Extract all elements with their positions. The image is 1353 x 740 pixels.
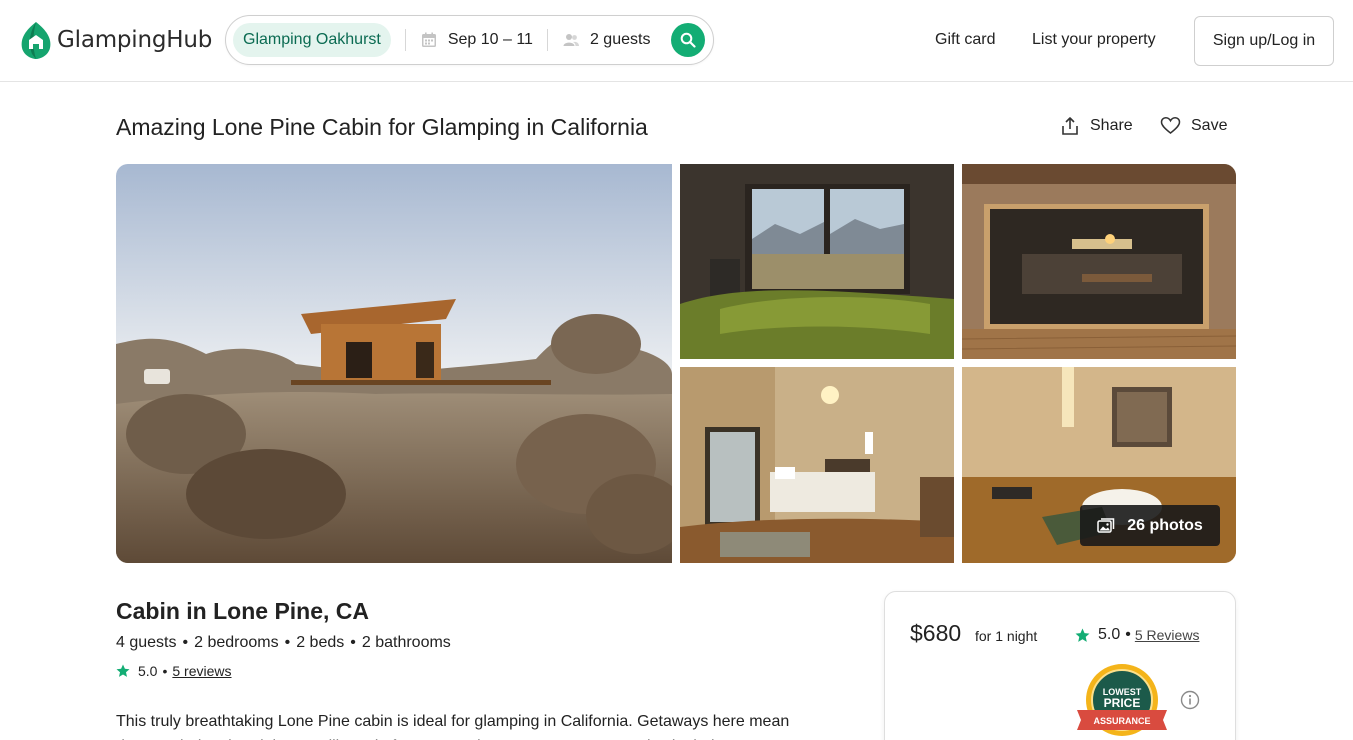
share-icon [1062, 117, 1078, 135]
card-rating-value: 5.0 [1098, 626, 1121, 643]
dates-value: Sep 10 – 11 [447, 31, 533, 48]
spec-separator: • [350, 634, 356, 651]
guests-value: 2 guests [589, 31, 651, 48]
guests-icon [563, 34, 579, 46]
spec-beds: 2 beds [296, 634, 345, 651]
spec-separator: • [182, 634, 189, 651]
logo-text: GlampingHub [57, 27, 213, 53]
spec-separator: • [284, 634, 291, 651]
badge-line3: ASSURANCE [1093, 716, 1150, 726]
photo-kitchen-dining[interactable] [962, 164, 1236, 359]
star-icon [1075, 628, 1090, 642]
gift-card-link[interactable]: Gift card [935, 31, 995, 49]
info-icon[interactable] [1180, 690, 1200, 710]
list-property-link[interactable]: List your property [1032, 31, 1156, 49]
spec-guests: 4 guests [116, 634, 177, 651]
site-header: GlampingHub Glamping Oakhurst Sep 10 – 1… [0, 0, 1353, 82]
spec-bathrooms: 2 bathrooms [361, 634, 451, 651]
rating-separator: • [162, 663, 168, 679]
share-button[interactable]: Share [1060, 116, 1133, 136]
lowest-price-assurance-badge: LOWEST PRICE ASSURANCE [1077, 664, 1167, 736]
star-icon [116, 664, 130, 677]
card-rating: 5.0 • 5 Reviews [1075, 626, 1199, 644]
dates-field[interactable]: Sep 10 – 11 [420, 31, 533, 49]
location-chip[interactable]: Glamping Oakhurst [233, 23, 391, 57]
photos-icon [1097, 517, 1115, 533]
spec-bedrooms: 2 bedrooms [194, 634, 279, 651]
guests-field[interactable]: 2 guests [562, 31, 650, 49]
logo[interactable]: GlampingHub [18, 20, 212, 60]
main-photo-cabin-exterior[interactable] [116, 164, 672, 563]
share-label: Share [1090, 117, 1133, 134]
photos-count-label: 26 photos [1127, 516, 1203, 534]
reviews-link[interactable]: 5 reviews [172, 663, 231, 679]
listing-specs: 4 guests • 2 bedrooms • 2 beds • 2 bathr… [116, 634, 451, 652]
show-all-photos-button[interactable]: 26 photos [1080, 505, 1220, 546]
save-label: Save [1191, 116, 1228, 134]
search-divider [404, 29, 406, 51]
search-divider [546, 29, 548, 51]
photo-bedroom[interactable] [680, 367, 954, 563]
booking-card: $680 for 1 night 5.0 • 5 Reviews LOWEST … [884, 591, 1236, 740]
signup-login-button[interactable]: Sign up/Log in [1194, 16, 1334, 66]
listing-subtitle: Cabin in Lone Pine, CA [116, 598, 370, 624]
card-reviews-link[interactable]: 5 Reviews [1135, 627, 1200, 643]
search-icon [680, 32, 696, 48]
listing-description: This truly breathtaking Lone Pine cabin … [116, 713, 790, 740]
heart-icon [1160, 117, 1181, 134]
badge-line2: PRICE [1104, 696, 1141, 710]
calendar-icon [421, 32, 436, 47]
search-bar[interactable]: Glamping Oakhurst Sep 10 – 11 2 guests [225, 15, 714, 65]
price-period: for 1 night [975, 628, 1038, 644]
rating-value: 5.0 [138, 663, 158, 679]
nightly-price: $680 [910, 620, 962, 646]
listing-rating: 5.0 • 5 reviews [116, 663, 232, 679]
logo-leaf-icon [21, 22, 51, 59]
card-rating-separator: • [1125, 626, 1131, 643]
search-button[interactable] [671, 23, 705, 57]
photo-living-room[interactable] [680, 164, 954, 359]
listing-title: Amazing Lone Pine Cabin for Glamping in … [116, 114, 648, 140]
save-button[interactable]: Save [1160, 116, 1227, 135]
